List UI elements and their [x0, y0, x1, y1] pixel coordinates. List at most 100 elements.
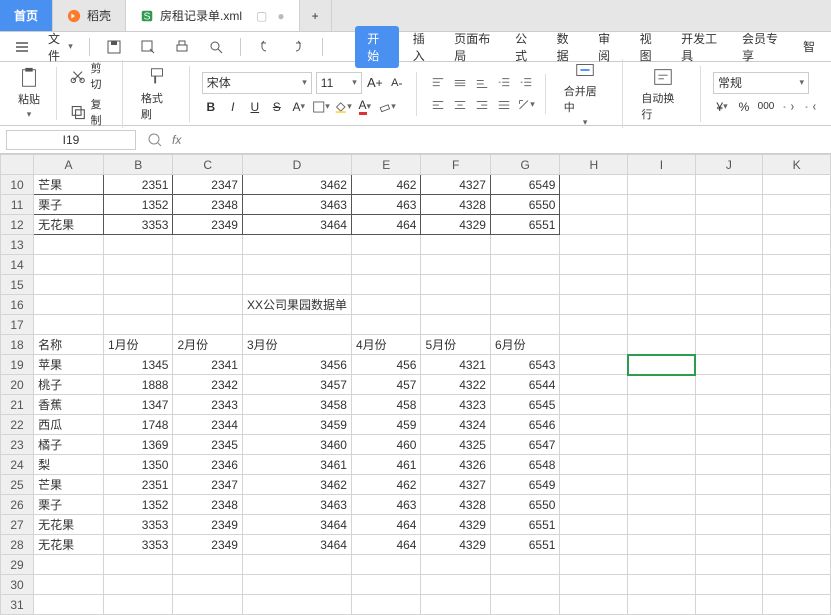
cell-H24[interactable] — [560, 455, 628, 475]
cell-I10[interactable] — [628, 175, 695, 195]
cell-G22[interactable]: 6546 — [490, 415, 559, 435]
cell-F28[interactable]: 4329 — [421, 535, 490, 555]
cell-C15[interactable] — [173, 275, 242, 295]
cell-A22[interactable]: 西瓜 — [34, 415, 104, 435]
cell-D16[interactable]: XX公司果园数据单 — [242, 295, 351, 315]
cell-C12[interactable]: 2349 — [173, 215, 242, 235]
cell-F29[interactable] — [421, 555, 490, 575]
cell-A27[interactable]: 无花果 — [34, 515, 104, 535]
preview-button[interactable] — [202, 36, 230, 58]
row-header-29[interactable]: 29 — [1, 555, 34, 575]
col-header-J[interactable]: J — [695, 155, 763, 175]
cell-E17[interactable] — [351, 315, 420, 335]
cell-I21[interactable] — [628, 395, 695, 415]
cell-C30[interactable] — [173, 575, 242, 595]
row-header-30[interactable]: 30 — [1, 575, 34, 595]
cell-C14[interactable] — [173, 255, 242, 275]
cell-C21[interactable]: 2343 — [173, 395, 242, 415]
indent-inc-button[interactable] — [517, 74, 535, 92]
cell-G27[interactable]: 6551 — [490, 515, 559, 535]
copy-button[interactable]: 复制 — [69, 96, 112, 128]
cell-A15[interactable] — [34, 275, 104, 295]
cell-G24[interactable]: 6548 — [490, 455, 559, 475]
cell-F18[interactable]: 5月份 — [421, 335, 490, 355]
cell-G14[interactable] — [490, 255, 559, 275]
cell-A12[interactable]: 无花果 — [34, 215, 104, 235]
col-header-A[interactable]: A — [34, 155, 104, 175]
cell-H12[interactable] — [560, 215, 628, 235]
cell-I29[interactable] — [628, 555, 695, 575]
cell-I14[interactable] — [628, 255, 695, 275]
cell-K28[interactable] — [763, 535, 831, 555]
row-header-16[interactable]: 16 — [1, 295, 34, 315]
cell-K29[interactable] — [763, 555, 831, 575]
font-name-select[interactable]: 宋体▾ — [202, 72, 312, 94]
cell-B17[interactable] — [104, 315, 173, 335]
align-right-button[interactable] — [473, 96, 491, 114]
cell-D19[interactable]: 3456 — [242, 355, 351, 375]
cell-F17[interactable] — [421, 315, 490, 335]
cell-C10[interactable]: 2347 — [173, 175, 242, 195]
cell-F26[interactable]: 4328 — [421, 495, 490, 515]
cell-B24[interactable]: 1350 — [104, 455, 173, 475]
cell-F21[interactable]: 4323 — [421, 395, 490, 415]
cell-A28[interactable]: 无花果 — [34, 535, 104, 555]
cell-C11[interactable]: 2348 — [173, 195, 242, 215]
cell-D22[interactable]: 3459 — [242, 415, 351, 435]
cell-E26[interactable]: 463 — [351, 495, 420, 515]
cell-C23[interactable]: 2345 — [173, 435, 242, 455]
orientation-button[interactable]: ▾ — [517, 96, 535, 114]
cell-K25[interactable] — [763, 475, 831, 495]
cell-A11[interactable]: 栗子 — [34, 195, 104, 215]
cell-K12[interactable] — [763, 215, 831, 235]
cell-I16[interactable] — [628, 295, 695, 315]
row-header-27[interactable]: 27 — [1, 515, 34, 535]
cell-D25[interactable]: 3462 — [242, 475, 351, 495]
menu-formula[interactable]: 公式 — [507, 26, 542, 68]
cell-H15[interactable] — [560, 275, 628, 295]
zoom-cell-button[interactable] — [146, 131, 164, 149]
col-header-I[interactable]: I — [628, 155, 695, 175]
cell-D13[interactable] — [242, 235, 351, 255]
cell-J30[interactable] — [695, 575, 763, 595]
cell-I15[interactable] — [628, 275, 695, 295]
cell-F24[interactable]: 4326 — [421, 455, 490, 475]
cell-J22[interactable] — [695, 415, 763, 435]
cell-F20[interactable]: 4322 — [421, 375, 490, 395]
cell-I26[interactable] — [628, 495, 695, 515]
cell-H16[interactable] — [560, 295, 628, 315]
cell-F30[interactable] — [421, 575, 490, 595]
menu-view[interactable]: 视图 — [632, 26, 667, 68]
cell-J20[interactable] — [695, 375, 763, 395]
cell-J17[interactable] — [695, 315, 763, 335]
cell-I24[interactable] — [628, 455, 695, 475]
italic-button[interactable]: I — [224, 98, 242, 116]
cell-I18[interactable] — [628, 335, 695, 355]
cell-A14[interactable] — [34, 255, 104, 275]
cell-H23[interactable] — [560, 435, 628, 455]
cell-J14[interactable] — [695, 255, 763, 275]
cell-C25[interactable]: 2347 — [173, 475, 242, 495]
cell-F15[interactable] — [421, 275, 490, 295]
menu-member[interactable]: 会员专享 — [734, 26, 789, 68]
cell-D28[interactable]: 3464 — [242, 535, 351, 555]
cell-K17[interactable] — [763, 315, 831, 335]
cell-D15[interactable] — [242, 275, 351, 295]
cell-C19[interactable]: 2341 — [173, 355, 242, 375]
cell-F23[interactable]: 4325 — [421, 435, 490, 455]
cell-F12[interactable]: 4329 — [421, 215, 490, 235]
cell-J12[interactable] — [695, 215, 763, 235]
cell-G15[interactable] — [490, 275, 559, 295]
cell-A29[interactable] — [34, 555, 104, 575]
cell-K15[interactable] — [763, 275, 831, 295]
cell-C20[interactable]: 2342 — [173, 375, 242, 395]
cell-K16[interactable] — [763, 295, 831, 315]
cell-E19[interactable]: 456 — [351, 355, 420, 375]
cell-K11[interactable] — [763, 195, 831, 215]
menu-page-layout[interactable]: 页面布局 — [446, 26, 501, 68]
cell-C16[interactable] — [173, 295, 242, 315]
cell-D17[interactable] — [242, 315, 351, 335]
clear-format-button[interactable]: ▾ — [378, 98, 396, 116]
select-all-corner[interactable] — [1, 155, 34, 175]
row-header-14[interactable]: 14 — [1, 255, 34, 275]
